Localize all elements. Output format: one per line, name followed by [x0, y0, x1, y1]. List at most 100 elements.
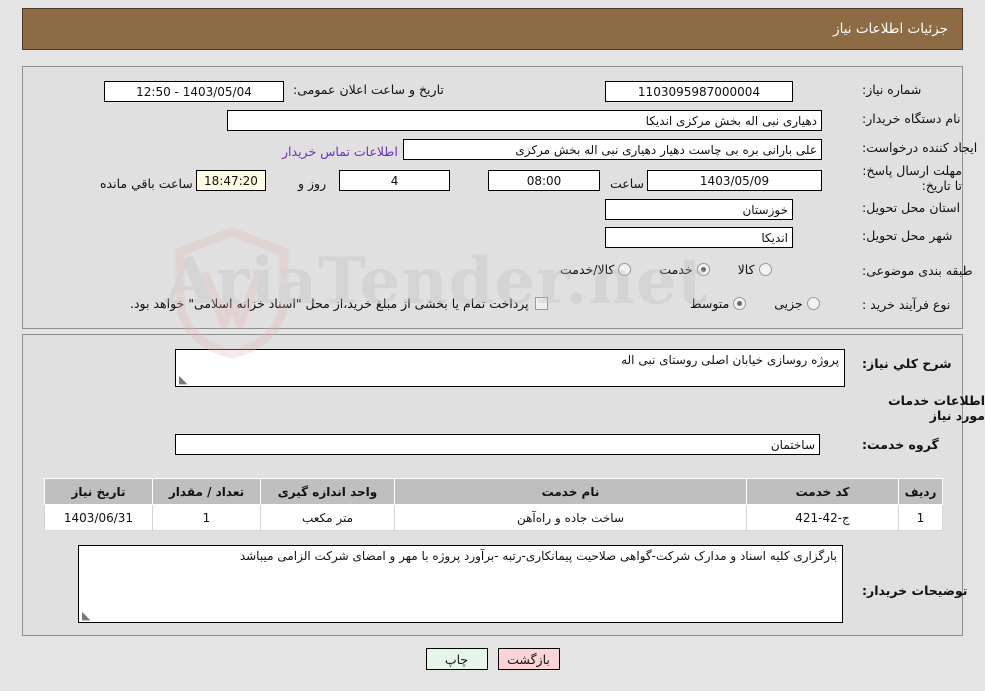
- radio-option-jozii[interactable]: جزیی: [774, 296, 820, 311]
- radio-label-jozii: جزیی: [774, 296, 803, 311]
- action-button-row: بازگشت چاپ: [0, 648, 985, 670]
- needed-services-table: ردیف کد خدمت نام خدمت واحد اندازه گیری ت…: [44, 478, 943, 531]
- delivery-province-label-wrap: استان محل تحویل:: [862, 200, 960, 215]
- page-header-bar: جزئیات اطلاعات نیاز: [22, 8, 963, 50]
- deadline-hour-input[interactable]: 08:00: [488, 170, 600, 191]
- announce-datetime-label-wrap: تاریخ و ساعت اعلان عمومی:: [293, 82, 444, 97]
- radio-label-khedmat: خدمت: [659, 262, 693, 277]
- need-number-value: 1103095987000004: [637, 84, 761, 99]
- radio-option-kala[interactable]: کالا: [738, 262, 772, 277]
- announce-datetime-value: 1403/05/04 - 12:50: [136, 84, 252, 99]
- cell-service-name: ساخت جاده و راه‌آهن: [394, 504, 747, 531]
- cell-quantity: 1: [152, 504, 261, 531]
- print-button-label: چاپ: [444, 651, 469, 667]
- treasury-checkbox-label: پرداخت تمام یا بخشی از مبلغ خرید،از محل …: [130, 296, 529, 311]
- resize-grip-icon-notes[interactable]: ◢: [82, 609, 92, 622]
- countdown-label-wrap: ساعت باقي مانده: [100, 173, 193, 192]
- countdown-timer-value: 18:47:20: [204, 173, 258, 188]
- page-title: جزئیات اطلاعات نیاز: [833, 21, 948, 37]
- deadline-days-label-wrap: روز و: [298, 173, 326, 192]
- countdown-label: ساعت باقي مانده: [100, 176, 193, 191]
- delivery-city-value: اندیکا: [761, 230, 788, 245]
- countdown-timer: 18:47:20: [196, 170, 266, 191]
- radio-label-motevaset: متوسط: [690, 296, 730, 311]
- service-group-value: ساختمان: [770, 437, 815, 452]
- col-header-service-name: نام خدمت: [394, 478, 747, 505]
- delivery-city-label-wrap: شهر محل تحویل:: [862, 228, 952, 243]
- buyer-notes-label-wrap: توضیحات خریدار:: [862, 583, 968, 598]
- col-header-need-date: تاریخ نیاز: [44, 478, 153, 505]
- back-button-label: بازگشت: [507, 651, 550, 667]
- deadline-hour-value: 08:00: [526, 173, 562, 188]
- need-summary-panel: [22, 66, 963, 329]
- announce-datetime-label: تاریخ و ساعت اعلان عمومی:: [293, 82, 444, 97]
- radio-circle-kala[interactable]: [758, 263, 772, 276]
- request-creator-label-wrap: ایجاد کننده درخواست:: [862, 140, 977, 155]
- service-group-label-wrap: گروه خدمت:: [862, 437, 939, 452]
- request-creator-label: ایجاد کننده درخواست:: [862, 140, 978, 155]
- purchase-process-label-wrap: نوع فرآیند خرید :: [862, 297, 950, 312]
- buyer-org-input[interactable]: دهیاری نبی اله بخش مرکزی اندیکا: [227, 110, 822, 131]
- delivery-province-input[interactable]: خوزستان: [605, 199, 793, 220]
- needed-services-table-wrap: ردیف کد خدمت نام خدمت واحد اندازه گیری ت…: [44, 478, 943, 531]
- service-group-label: گروه خدمت:: [862, 437, 939, 452]
- radio-circle-motevaset[interactable]: [733, 297, 747, 310]
- cell-row-number: 1: [898, 504, 943, 531]
- print-button[interactable]: چاپ: [425, 648, 488, 670]
- radio-circle-kala-khedmat[interactable]: [618, 263, 632, 276]
- buyer-notes-textarea[interactable]: بارگزاری کلیه اسناد و مدارک شرکت-گواهی ص…: [78, 545, 843, 623]
- delivery-city-label: شهر محل تحویل:: [862, 228, 953, 243]
- delivery-province-value: خوزستان: [742, 202, 788, 217]
- services-section-title: اطلاعات خدمات مورد نیاز: [888, 393, 985, 423]
- need-number-label-wrap: شماره نیاز:: [862, 82, 921, 97]
- radio-option-motevaset[interactable]: متوسط: [690, 296, 747, 311]
- need-number-input[interactable]: 1103095987000004: [605, 81, 793, 102]
- deadline-hour-label-wrap: ساعت: [610, 173, 644, 192]
- radio-option-khedmat[interactable]: خدمت: [659, 262, 710, 277]
- treasury-checkbox-row[interactable]: پرداخت تمام یا بخشی از مبلغ خرید،از محل …: [130, 296, 548, 311]
- buyer-org-value: دهیاری نبی اله بخش مرکزی اندیکا: [645, 113, 817, 128]
- col-header-service-code: کد خدمت: [746, 478, 899, 505]
- radio-circle-jozii[interactable]: [806, 297, 820, 310]
- services-section-title-wrap: اطلاعات خدمات مورد نیاز: [862, 393, 985, 423]
- cell-service-code: ج-42-421: [746, 504, 899, 531]
- general-description-label-wrap: شرح کلي نیاز:: [862, 356, 951, 371]
- buyer-contact-link-wrap[interactable]: اطلاعات تماس خریدار: [282, 141, 398, 160]
- service-group-input[interactable]: ساختمان: [175, 434, 820, 455]
- purchase-process-label: نوع فرآیند خرید :: [862, 297, 951, 312]
- back-button[interactable]: بازگشت: [497, 648, 560, 670]
- deadline-date-input[interactable]: 1403/05/09: [647, 170, 822, 191]
- treasury-checkbox[interactable]: [534, 297, 548, 310]
- general-description-textarea[interactable]: پروژه روسازی خیابان اصلی روستای نبی اله …: [175, 349, 845, 387]
- resize-grip-icon[interactable]: ◢: [179, 373, 189, 386]
- subject-category-radio-group[interactable]: کالا خدمت کالا/خدمت: [560, 262, 772, 277]
- delivery-city-input[interactable]: اندیکا: [605, 227, 793, 248]
- radio-label-kala-khedmat: کالا/خدمت: [560, 262, 615, 277]
- deadline-label-wrap: مهلت ارسال پاسخ: تا تاریخ:: [862, 163, 962, 193]
- deadline-label: مهلت ارسال پاسخ: تا تاریخ:: [862, 163, 962, 193]
- general-description-label: شرح کلي نیاز:: [862, 356, 952, 371]
- purchase-process-radio-group[interactable]: جزیی متوسط: [690, 296, 820, 311]
- deadline-date-value: 1403/05/09: [699, 173, 770, 188]
- col-header-quantity: تعداد / مقدار: [152, 478, 261, 505]
- radio-option-kala-khedmat[interactable]: کالا/خدمت: [560, 262, 632, 277]
- deadline-days-label: روز و: [298, 176, 327, 191]
- subject-category-label-wrap: طبقه بندی موضوعی:: [862, 263, 973, 278]
- buyer-notes-label: توضیحات خریدار:: [862, 583, 968, 598]
- buyer-contact-link[interactable]: اطلاعات تماس خریدار: [282, 144, 398, 159]
- buyer-org-label-wrap: نام دستگاه خریدار:: [862, 111, 960, 126]
- need-number-label: شماره نیاز:: [862, 82, 922, 97]
- deadline-days-input[interactable]: 4: [339, 170, 450, 191]
- radio-label-kala: کالا: [737, 262, 755, 277]
- request-creator-input[interactable]: علی بارانی بره بی چاست دهیار دهیاری نبی …: [403, 139, 822, 160]
- announce-datetime-input[interactable]: 1403/05/04 - 12:50: [104, 81, 284, 102]
- table-header-row: ردیف کد خدمت نام خدمت واحد اندازه گیری ت…: [44, 478, 943, 505]
- buyer-notes-value: بارگزاری کلیه اسناد و مدارک شرکت-گواهی ص…: [239, 549, 837, 563]
- general-description-value: پروژه روسازی خیابان اصلی روستای نبی اله: [621, 353, 839, 367]
- cell-unit: متر مکعب: [260, 504, 395, 531]
- delivery-province-label: استان محل تحویل:: [862, 200, 961, 215]
- subject-category-label: طبقه بندی موضوعی:: [862, 263, 973, 278]
- radio-circle-khedmat[interactable]: [696, 263, 710, 276]
- table-row: 1 ج-42-421 ساخت جاده و راه‌آهن متر مکعب …: [44, 504, 943, 531]
- col-header-row: ردیف: [898, 478, 943, 505]
